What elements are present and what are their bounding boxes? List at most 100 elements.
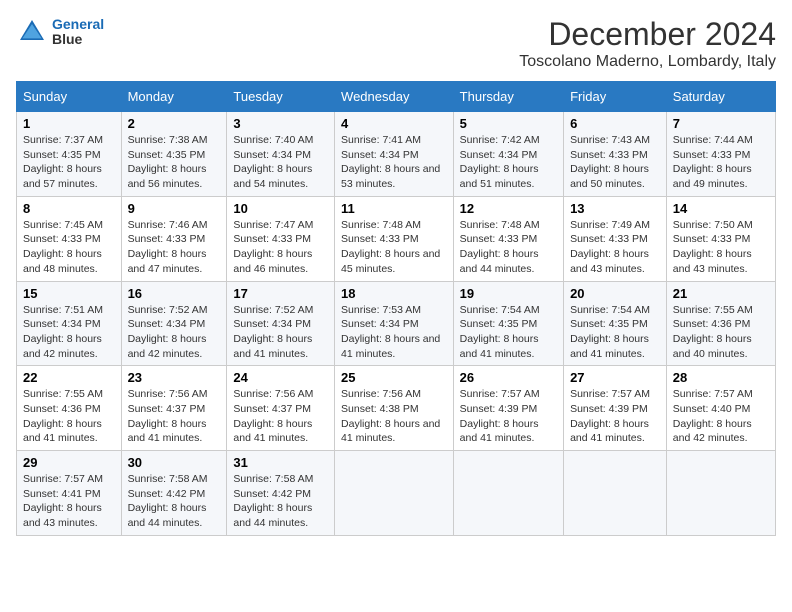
day-info: Sunrise: 7:55 AMSunset: 4:36 PMDaylight:… [23,387,115,446]
day-info: Sunrise: 7:47 AMSunset: 4:33 PMDaylight:… [233,218,328,277]
calendar-title: December 2024 [519,16,776,53]
page-header: General Blue December 2024 Toscolano Mad… [16,16,776,71]
logo: General Blue [16,16,104,48]
calendar-cell: 4 Sunrise: 7:41 AMSunset: 4:34 PMDaylight… [335,112,454,197]
calendar-cell: 6 Sunrise: 7:43 AMSunset: 4:33 PMDaylight… [564,112,667,197]
calendar-cell: 7 Sunrise: 7:44 AMSunset: 4:33 PMDaylight… [666,112,775,197]
calendar-week-row: 29 Sunrise: 7:57 AMSunset: 4:41 PMDayligh… [17,451,776,536]
day-info: Sunrise: 7:58 AMSunset: 4:42 PMDaylight:… [233,472,328,531]
day-info: Sunrise: 7:48 AMSunset: 4:33 PMDaylight:… [460,218,557,277]
calendar-cell: 9 Sunrise: 7:46 AMSunset: 4:33 PMDaylight… [121,196,227,281]
calendar-cell: 26 Sunrise: 7:57 AMSunset: 4:39 PMDayligh… [453,366,563,451]
day-info: Sunrise: 7:56 AMSunset: 4:37 PMDaylight:… [233,387,328,446]
day-info: Sunrise: 7:40 AMSunset: 4:34 PMDaylight:… [233,133,328,192]
day-number: 26 [460,370,557,385]
calendar-cell: 15Sunrise: 7:51 AMSunset: 4:34 PMDayligh… [17,281,122,366]
day-number: 9 [128,201,221,216]
day-info: Sunrise: 7:45 AMSunset: 4:33 PMDaylight:… [23,218,115,277]
day-number: 17 [233,286,328,301]
day-info: Sunrise: 7:57 AMSunset: 4:40 PMDaylight:… [673,387,769,446]
day-info: Sunrise: 7:38 AMSunset: 4:35 PMDaylight:… [128,133,221,192]
day-info: Sunrise: 7:46 AMSunset: 4:33 PMDaylight:… [128,218,221,277]
calendar-cell: 11 Sunrise: 7:48 AMSunset: 4:33 PMDayligh… [335,196,454,281]
calendar-cell: 12 Sunrise: 7:48 AMSunset: 4:33 PMDayligh… [453,196,563,281]
calendar-week-row: 1 Sunrise: 7:37 AMSunset: 4:35 PMDaylight… [17,112,776,197]
day-number: 19 [460,286,557,301]
day-info: Sunrise: 7:57 AMSunset: 4:39 PMDaylight:… [460,387,557,446]
calendar-cell: 28 Sunrise: 7:57 AMSunset: 4:40 PMDayligh… [666,366,775,451]
day-info: Sunrise: 7:58 AMSunset: 4:42 PMDaylight:… [128,472,221,531]
day-info: Sunrise: 7:53 AMSunset: 4:34 PMDaylight:… [341,303,447,362]
day-number: 6 [570,116,660,131]
calendar-cell [666,451,775,536]
day-info: Sunrise: 7:37 AMSunset: 4:35 PMDaylight:… [23,133,115,192]
calendar-cell: 17 Sunrise: 7:52 AMSunset: 4:34 PMDayligh… [227,281,335,366]
calendar-cell: 19 Sunrise: 7:54 AMSunset: 4:35 PMDayligh… [453,281,563,366]
calendar-week-row: 22 Sunrise: 7:55 AMSunset: 4:36 PMDayligh… [17,366,776,451]
calendar-cell: 16Sunrise: 7:52 AMSunset: 4:34 PMDayligh… [121,281,227,366]
weekday-header-cell: Friday [564,82,667,112]
day-number: 30 [128,455,221,470]
day-info: Sunrise: 7:52 AMSunset: 4:34 PMDaylight:… [233,303,328,362]
day-info: Sunrise: 7:56 AMSunset: 4:37 PMDaylight:… [128,387,221,446]
day-number: 2 [128,116,221,131]
day-info: Sunrise: 7:54 AMSunset: 4:35 PMDaylight:… [460,303,557,362]
day-info: Sunrise: 7:50 AMSunset: 4:33 PMDaylight:… [673,218,769,277]
calendar-cell: 31Sunrise: 7:58 AMSunset: 4:42 PMDayligh… [227,451,335,536]
day-number: 8 [23,201,115,216]
calendar-subtitle: Toscolano Maderno, Lombardy, Italy [519,53,776,71]
day-info: Sunrise: 7:44 AMSunset: 4:33 PMDaylight:… [673,133,769,192]
day-info: Sunrise: 7:48 AMSunset: 4:33 PMDaylight:… [341,218,447,277]
calendar-cell: 25Sunrise: 7:56 AMSunset: 4:38 PMDayligh… [335,366,454,451]
calendar-cell: 30 Sunrise: 7:58 AMSunset: 4:42 PMDayligh… [121,451,227,536]
calendar-cell: 10 Sunrise: 7:47 AMSunset: 4:33 PMDayligh… [227,196,335,281]
day-number: 24 [233,370,328,385]
calendar-week-row: 8 Sunrise: 7:45 AMSunset: 4:33 PMDaylight… [17,196,776,281]
calendar-cell: 13 Sunrise: 7:49 AMSunset: 4:33 PMDayligh… [564,196,667,281]
title-section: December 2024 Toscolano Maderno, Lombard… [519,16,776,71]
day-number: 5 [460,116,557,131]
day-number: 7 [673,116,769,131]
day-number: 25 [341,370,447,385]
day-number: 22 [23,370,115,385]
calendar-cell: 1 Sunrise: 7:37 AMSunset: 4:35 PMDaylight… [17,112,122,197]
day-info: Sunrise: 7:43 AMSunset: 4:33 PMDaylight:… [570,133,660,192]
calendar-cell: 2 Sunrise: 7:38 AMSunset: 4:35 PMDaylight… [121,112,227,197]
calendar-cell [453,451,563,536]
day-number: 23 [128,370,221,385]
day-info: Sunrise: 7:49 AMSunset: 4:33 PMDaylight:… [570,218,660,277]
day-number: 1 [23,116,115,131]
weekday-header-row: SundayMondayTuesdayWednesdayThursdayFrid… [17,82,776,112]
weekday-header-cell: Monday [121,82,227,112]
calendar-cell: 24 Sunrise: 7:56 AMSunset: 4:37 PMDayligh… [227,366,335,451]
day-info: Sunrise: 7:52 AMSunset: 4:34 PMDaylight:… [128,303,221,362]
day-number: 29 [23,455,115,470]
day-info: Sunrise: 7:42 AMSunset: 4:34 PMDaylight:… [460,133,557,192]
day-number: 12 [460,201,557,216]
calendar-cell [335,451,454,536]
logo-text: General Blue [52,17,104,48]
calendar-cell: 22 Sunrise: 7:55 AMSunset: 4:36 PMDayligh… [17,366,122,451]
day-number: 28 [673,370,769,385]
day-number: 10 [233,201,328,216]
day-info: Sunrise: 7:41 AMSunset: 4:34 PMDaylight:… [341,133,447,192]
calendar-cell: 21Sunrise: 7:55 AMSunset: 4:36 PMDayligh… [666,281,775,366]
weekday-header-cell: Thursday [453,82,563,112]
calendar-week-row: 15Sunrise: 7:51 AMSunset: 4:34 PMDayligh… [17,281,776,366]
calendar-cell: 8 Sunrise: 7:45 AMSunset: 4:33 PMDaylight… [17,196,122,281]
calendar-cell: 20 Sunrise: 7:54 AMSunset: 4:35 PMDayligh… [564,281,667,366]
day-number: 20 [570,286,660,301]
weekday-header-cell: Wednesday [335,82,454,112]
day-info: Sunrise: 7:57 AMSunset: 4:39 PMDaylight:… [570,387,660,446]
day-info: Sunrise: 7:51 AMSunset: 4:34 PMDaylight:… [23,303,115,362]
day-number: 3 [233,116,328,131]
day-number: 11 [341,201,447,216]
calendar-cell: 3 Sunrise: 7:40 AMSunset: 4:34 PMDaylight… [227,112,335,197]
calendar-cell: 18Sunrise: 7:53 AMSunset: 4:34 PMDayligh… [335,281,454,366]
day-info: Sunrise: 7:54 AMSunset: 4:35 PMDaylight:… [570,303,660,362]
day-number: 27 [570,370,660,385]
day-number: 13 [570,201,660,216]
day-number: 4 [341,116,447,131]
calendar-cell: 23 Sunrise: 7:56 AMSunset: 4:37 PMDayligh… [121,366,227,451]
day-info: Sunrise: 7:57 AMSunset: 4:41 PMDaylight:… [23,472,115,531]
